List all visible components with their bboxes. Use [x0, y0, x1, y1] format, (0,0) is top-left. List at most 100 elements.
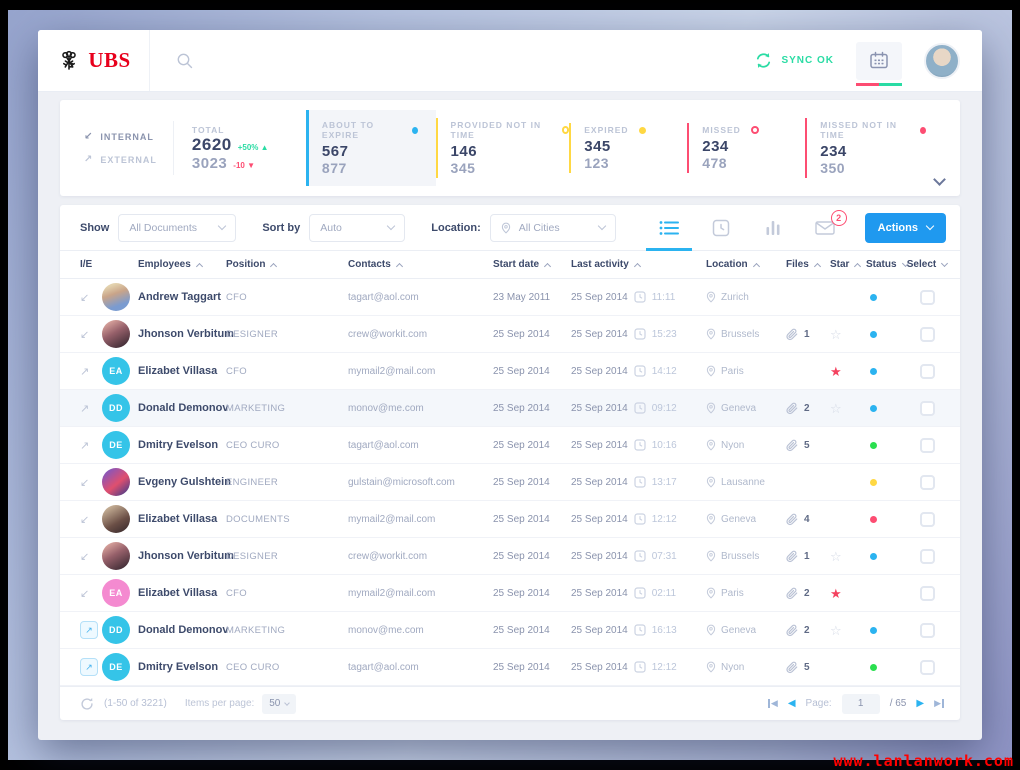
filter-internal[interactable]: ↙ INTERNAL	[84, 131, 157, 142]
contact-email[interactable]: mymail2@mail.com	[348, 366, 493, 377]
position-value: CFO	[226, 291, 247, 303]
column-header-select[interactable]: Select	[907, 259, 949, 270]
column-header-position[interactable]: Position	[226, 259, 348, 270]
contact-email[interactable]: gulstain@microsoft.com	[348, 477, 493, 488]
first-page-button[interactable]: ◀	[767, 698, 778, 709]
sort-up-icon	[395, 262, 403, 270]
column-header-files[interactable]: Files	[786, 259, 830, 270]
table-row[interactable]: ↙ EA Elizabet Villasa CFO mymail2@mail.c…	[60, 575, 960, 612]
contact-email[interactable]: tagart@aol.com	[348, 662, 493, 673]
user-avatar[interactable]	[924, 42, 960, 79]
contact-email[interactable]: crew@workit.com	[348, 329, 493, 340]
position-value: MARKETING	[226, 624, 286, 636]
stat-label: MISSED NOT IN TIME	[820, 120, 897, 140]
stat-card[interactable]: MISSED 234 478	[687, 123, 805, 173]
table-row[interactable]: ↗ DE Dmitry Evelson CEO CURO tagart@aol.…	[60, 649, 960, 686]
row-checkbox[interactable]	[919, 437, 935, 453]
contact-email[interactable]: crew@workit.com	[348, 551, 493, 562]
star-icon[interactable]: ☆	[830, 328, 842, 341]
column-header-last-activity[interactable]: Last activity	[571, 259, 706, 270]
sync-status[interactable]: SYNC OK	[754, 51, 834, 70]
column-header-contacts[interactable]: Contacts	[348, 259, 493, 270]
employee-name[interactable]: Jhonson Verbitum	[138, 550, 234, 562]
employee-name[interactable]: Dmitry Evelson	[138, 439, 218, 451]
items-per-page-select[interactable]: 50	[262, 693, 297, 714]
stat-card[interactable]: ABOUT TO EXPIRE 567 877	[305, 110, 436, 186]
row-checkbox[interactable]	[919, 511, 935, 527]
employee-name[interactable]: Jhonson Verbitum	[138, 328, 234, 340]
actions-button[interactable]: Actions	[864, 212, 946, 243]
column-header-status[interactable]: Status	[864, 259, 909, 270]
contact-email[interactable]: monov@me.com	[348, 625, 493, 636]
documents-dropdown[interactable]: All Documents	[118, 213, 237, 242]
star-icon[interactable]: ☆	[830, 550, 842, 563]
table-row[interactable]: ↙ Jhonson Verbitum DESIGNER crew@workit.…	[60, 538, 960, 575]
table-row[interactable]: ↗ EA Elizabet Villasa CFO mymail2@mail.c…	[60, 353, 960, 390]
contact-email[interactable]: monov@me.com	[348, 403, 493, 414]
refresh-button[interactable]	[80, 697, 94, 711]
column-header-employees[interactable]: Employees	[102, 259, 226, 270]
contact-email[interactable]: mymail2@mail.com	[348, 514, 493, 525]
stat-card[interactable]: MISSED NOT IN TIME 234 350	[805, 118, 927, 178]
row-checkbox[interactable]	[919, 548, 935, 564]
table-row[interactable]: ↙ Evgeny Gulshtein ENGINEER gulstain@mic…	[60, 464, 960, 501]
row-checkbox[interactable]	[919, 474, 935, 490]
contact-email[interactable]: tagart@aol.com	[348, 292, 493, 303]
row-checkbox[interactable]	[919, 659, 935, 675]
table-row[interactable]: ↙ Andrew Taggart CFO tagart@aol.com 23 M…	[60, 279, 960, 316]
sort-dropdown[interactable]: Auto	[309, 213, 406, 242]
star-icon[interactable]: ★	[830, 587, 842, 600]
contact-email[interactable]: tagart@aol.com	[348, 440, 493, 451]
page-input[interactable]: 1	[841, 693, 880, 714]
star-icon[interactable]: ☆	[830, 402, 842, 415]
row-checkbox[interactable]	[919, 400, 935, 416]
employee-name[interactable]: Donald Demonov	[138, 624, 228, 636]
calendar-button[interactable]	[856, 41, 902, 86]
location-dropdown[interactable]: All Cities	[489, 213, 616, 242]
column-header-i-e[interactable]: I/E	[80, 259, 102, 270]
table-row[interactable]: ↙ Jhonson Verbitum DESIGNER crew@workit.…	[60, 316, 960, 353]
location-value: Geneva	[721, 624, 757, 636]
stat-card[interactable]: PROVIDED NOT IN TIME 146 345	[435, 118, 570, 178]
table-row[interactable]: ↗ DD Donald Demonov MARKETING monov@me.c…	[60, 612, 960, 649]
row-checkbox[interactable]	[919, 622, 935, 638]
employee-name[interactable]: Elizabet Villasa	[138, 365, 217, 377]
star-icon[interactable]: ★	[830, 365, 842, 378]
employee-name[interactable]: Donald Demonov	[138, 402, 228, 414]
employee-name[interactable]: Dmitry Evelson	[138, 661, 218, 673]
row-checkbox[interactable]	[919, 289, 935, 305]
employee-name[interactable]: Andrew Taggart	[138, 291, 221, 303]
row-checkbox[interactable]	[919, 363, 935, 379]
table-row[interactable]: ↗ DD Donald Demonov MARKETING monov@me.c…	[60, 390, 960, 427]
next-page-button[interactable]: ▶	[916, 698, 924, 709]
tab-messages[interactable]: 2	[799, 205, 851, 251]
stat-total[interactable]: TOTAL 2620 +50% ▲ 3023 -10 ▼	[174, 125, 292, 172]
column-header-star[interactable]: Star	[830, 259, 864, 270]
status-dot	[870, 330, 877, 338]
location-pin-icon	[706, 328, 716, 340]
ubs-keys-icon	[62, 50, 77, 70]
last-page-button[interactable]: ▶	[934, 698, 944, 709]
column-header-location[interactable]: Location	[706, 259, 786, 270]
column-header-start-date[interactable]: Start date	[493, 259, 571, 270]
row-checkbox[interactable]	[919, 326, 935, 342]
search-button[interactable]	[176, 52, 194, 70]
tab-list-view[interactable]	[643, 205, 695, 251]
employee-name[interactable]: Elizabet Villasa	[138, 587, 217, 599]
tab-timeline-view[interactable]	[695, 205, 747, 251]
stats-expand-chevron-icon[interactable]	[933, 173, 946, 186]
time-icon	[634, 291, 646, 303]
table-row[interactable]: ↙ Elizabet Villasa DOCUMENTS mymail2@mai…	[60, 501, 960, 538]
last-activity-date: 25 Sep 2014	[571, 661, 628, 673]
employee-name[interactable]: Elizabet Villasa	[138, 513, 217, 525]
employee-name[interactable]: Evgeny Gulshtein	[138, 476, 231, 488]
filter-external[interactable]: ↗ EXTERNAL	[84, 154, 157, 165]
row-checkbox[interactable]	[919, 585, 935, 601]
contact-email[interactable]: mymail2@mail.com	[348, 588, 493, 599]
previous-page-button[interactable]: ◀	[788, 698, 796, 709]
brand-name: UBS	[88, 48, 131, 72]
stat-card[interactable]: EXPIRED 345 123	[569, 123, 687, 173]
table-row[interactable]: ↗ DE Dmitry Evelson CEO CURO tagart@aol.…	[60, 427, 960, 464]
star-icon[interactable]: ☆	[830, 624, 842, 637]
tab-chart-view[interactable]	[747, 205, 799, 251]
